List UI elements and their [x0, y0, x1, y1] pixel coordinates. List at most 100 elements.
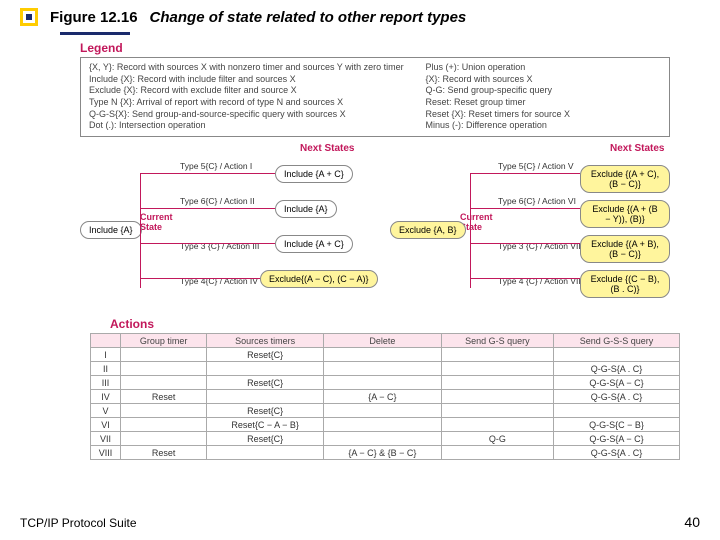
legend-item: Reset {X}: Reset timers for source X — [425, 109, 661, 121]
legend-item: Include {X}: Record with include filter … — [89, 74, 425, 86]
col-blank — [91, 334, 121, 348]
table-cell — [441, 446, 553, 460]
footer-left: TCP/IP Protocol Suite — [20, 516, 137, 530]
table-cell: {A − C} & {B − C} — [324, 446, 442, 460]
connector — [470, 278, 580, 279]
connector — [470, 243, 580, 244]
table-cell: Q-G-S{A . C} — [553, 446, 679, 460]
table-cell — [324, 404, 442, 418]
table-row: VIIIReset {A − C} & {B − C} Q-G-S{A . C} — [91, 446, 680, 460]
page-number: 40 — [684, 514, 700, 530]
legend-item: Q-G: Send group-specific query — [425, 85, 661, 97]
table-cell: V — [91, 404, 121, 418]
state-current-left: Include {A} — [80, 221, 142, 239]
state-target: Exclude {(C − B), (B . C)} — [580, 270, 670, 298]
legend-item: Dot (.): Intersection operation — [89, 120, 425, 132]
slide-header: Figure 12.16 Change of state related to … — [20, 8, 700, 26]
connector — [470, 208, 580, 209]
table-cell: IV — [91, 390, 121, 404]
table-cell: Q-G-S{A − C} — [553, 376, 679, 390]
table-cell: Reset{C} — [207, 404, 324, 418]
connector — [140, 173, 275, 174]
table-cell: Reset{C} — [207, 376, 324, 390]
state-target: Exclude {(A + C), (B − C)} — [580, 165, 670, 193]
table-cell — [324, 348, 442, 362]
legend-item: Q-G-S{X}: Send group-and-source-specific… — [89, 109, 425, 121]
connector — [470, 173, 471, 288]
state-target: Exclude {(A + B), (B − C)} — [580, 235, 670, 263]
legend-item: Exclude {X}: Record with exclude filter … — [89, 85, 425, 97]
table-cell: II — [91, 362, 121, 376]
table-cell: Reset{C} — [207, 432, 324, 446]
table-cell: Reset — [121, 390, 207, 404]
connector — [140, 243, 275, 244]
table-row: IIIReset{C}Q-G-S{A − C} — [91, 376, 680, 390]
state-target: Exclude{(A − C), (C − A)} — [260, 270, 378, 288]
actions-table: Group timer Sources timers Delete Send G… — [90, 333, 680, 460]
next-states-label: Next States — [610, 143, 664, 154]
table-row: V Reset{C} — [91, 404, 680, 418]
table-cell: Q-G-S{A . C} — [553, 362, 679, 376]
table-row: VII Reset{C} Q-GQ-G-S{A − C} — [91, 432, 680, 446]
table-header-row: Group timer Sources timers Delete Send G… — [91, 334, 680, 348]
table-row: II Q-G-S{A . C} — [91, 362, 680, 376]
table-cell — [324, 376, 442, 390]
table-cell — [324, 362, 442, 376]
table-cell — [441, 376, 553, 390]
col-sources-timers: Sources timers — [207, 334, 324, 348]
table-cell: VIII — [91, 446, 121, 460]
table-cell — [553, 348, 679, 362]
edge-label: Type 6{C} / Action VI — [498, 196, 576, 206]
table-cell — [121, 432, 207, 446]
table-cell: Q-G — [441, 432, 553, 446]
table-cell — [441, 362, 553, 376]
table-cell: VII — [91, 432, 121, 446]
col-delete: Delete — [324, 334, 442, 348]
col-group-timer: Group timer — [121, 334, 207, 348]
edge-label: Type 5{C} / Action I — [180, 161, 252, 171]
table-cell — [121, 348, 207, 362]
current-state-label: Current State — [140, 213, 173, 233]
state-target: Include {A + C} — [275, 165, 353, 183]
state-target: Include {A} — [275, 200, 337, 218]
table-cell — [553, 404, 679, 418]
connector — [140, 278, 260, 279]
table-cell — [207, 362, 324, 376]
legend-item: {X, Y}: Record with sources X with nonze… — [89, 62, 425, 74]
table-cell — [121, 418, 207, 432]
table-row: IVReset {A − C} Q-G-S{A . C} — [91, 390, 680, 404]
table-row: I Reset{C} — [91, 348, 680, 362]
table-cell: VI — [91, 418, 121, 432]
table-cell: Reset{C} — [207, 348, 324, 362]
table-cell: Reset{C − A − B} — [207, 418, 324, 432]
table-cell: Q-G-S{A . C} — [553, 390, 679, 404]
figure-title: Change of state related to other report … — [150, 9, 467, 26]
table-cell: {A − C} — [324, 390, 442, 404]
table-cell — [121, 404, 207, 418]
legend-item: {X}: Record with sources X — [425, 74, 661, 86]
table-cell — [441, 390, 553, 404]
table-cell: Q-G-S{A − C} — [553, 432, 679, 446]
table-cell: Reset — [121, 446, 207, 460]
table-row: VI Reset{C − A − B} Q-G-S{C − B} — [91, 418, 680, 432]
table-cell — [441, 348, 553, 362]
table-cell — [441, 418, 553, 432]
connector — [470, 173, 580, 174]
legend-item: Minus (-): Difference operation — [425, 120, 661, 132]
col-send-gss: Send G-S-S query — [553, 334, 679, 348]
table-cell — [121, 376, 207, 390]
table-cell: I — [91, 348, 121, 362]
legend-item: Plus (+): Union operation — [425, 62, 661, 74]
edge-label: Type 5{C} / Action V — [498, 161, 574, 171]
table-cell — [207, 446, 324, 460]
legend-item: Reset: Reset group timer — [425, 97, 661, 109]
table-cell — [324, 432, 442, 446]
table-cell — [207, 390, 324, 404]
connector — [140, 208, 275, 209]
next-states-label: Next States — [300, 143, 354, 154]
connector — [140, 173, 141, 288]
actions-title: Actions — [110, 317, 700, 331]
legend-right: Plus (+): Union operation {X}: Record wi… — [425, 62, 661, 132]
legend-left: {X, Y}: Record with sources X with nonze… — [89, 62, 425, 132]
table-cell: Q-G-S{C − B} — [553, 418, 679, 432]
